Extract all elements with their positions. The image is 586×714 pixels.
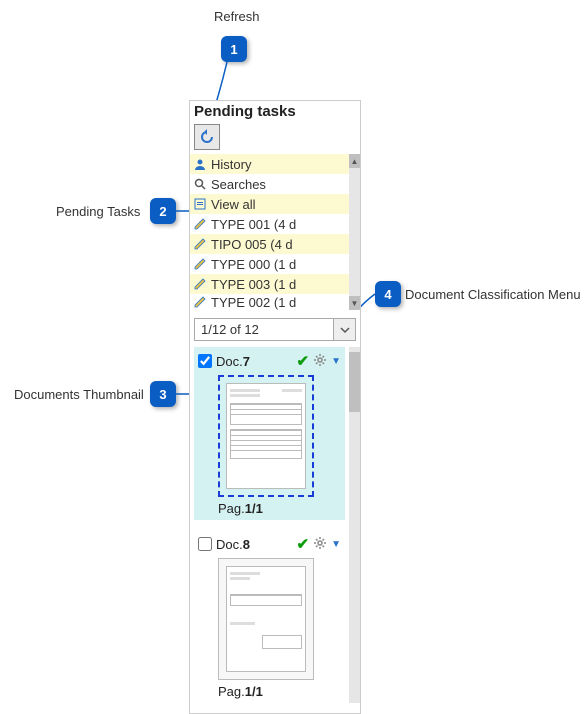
- annotation-text-pending-tasks: Pending Tasks: [56, 204, 140, 219]
- doc-label: Doc.7: [216, 354, 250, 369]
- list-item-label: View all: [208, 197, 256, 212]
- annotation-text-doc-class-menu: Document Classification Menu: [405, 287, 581, 302]
- scrollbar-thumb[interactable]: [349, 352, 360, 412]
- annotation-marker-3: 3: [150, 381, 176, 407]
- document-thumbnail[interactable]: [218, 558, 314, 680]
- pagination-dropdown[interactable]: [333, 319, 355, 340]
- doc-checkbox[interactable]: [198, 537, 212, 551]
- page-preview: [226, 566, 306, 672]
- person-icon: [192, 156, 208, 172]
- doc-label: Doc.8: [216, 537, 250, 552]
- list-item-searches[interactable]: Searches: [190, 174, 349, 194]
- doc-menu-dropdown[interactable]: ▼: [331, 539, 341, 550]
- pencil-icon: [192, 256, 208, 272]
- list-item-label: TIPO 005 (4 d: [208, 237, 293, 252]
- document-card: Doc.7 ✔ ▼ Pag.1/1: [194, 347, 345, 520]
- pencil-icon: [192, 276, 208, 292]
- gear-icon[interactable]: [313, 353, 327, 370]
- list-item-type[interactable]: TYPE 001 (4 d: [190, 214, 349, 234]
- list-item-label: TYPE 003 (1 d: [208, 277, 296, 292]
- folder-icon: [192, 196, 208, 212]
- annotation-marker-2: 2: [150, 198, 176, 224]
- chevron-down-icon: [340, 325, 350, 335]
- list-item-type[interactable]: TIPO 005 (4 d: [190, 234, 349, 254]
- checkmark-icon: ✔: [297, 352, 310, 370]
- list-item-label: TYPE 000 (1 d: [208, 257, 296, 272]
- scroll-down-icon[interactable]: ▼: [349, 296, 360, 310]
- pagination-text: 1/12 of 12: [195, 319, 333, 340]
- list-item-type[interactable]: TYPE 000 (1 d: [190, 254, 349, 274]
- magnifier-icon: [192, 176, 208, 192]
- document-card: Doc.8 ✔ ▼ Pag: [194, 530, 345, 703]
- pending-tasks-panel: Pending tasks ▲ ▼ History Searches View …: [189, 100, 361, 714]
- pencil-icon: [192, 236, 208, 252]
- gear-icon[interactable]: [313, 536, 327, 553]
- annotation-marker-1: 1: [221, 36, 247, 62]
- annotation-text-refresh: Refresh: [214, 9, 260, 24]
- documents-area: Doc.7 ✔ ▼ Pag.1/1 Doc.8: [190, 347, 360, 703]
- document-thumbnail[interactable]: [218, 375, 314, 497]
- doc-menu-dropdown[interactable]: ▼: [331, 356, 341, 367]
- scroll-up-icon[interactable]: ▲: [349, 154, 360, 168]
- annotation-marker-4: 4: [375, 281, 401, 307]
- list-item-history[interactable]: History: [190, 154, 349, 174]
- list-item-label: Searches: [208, 177, 266, 192]
- pencil-icon: [192, 216, 208, 232]
- list-item-type[interactable]: TYPE 002 (1 d: [190, 294, 349, 310]
- task-list: ▲ ▼ History Searches View all TYPE 001 (…: [190, 154, 360, 310]
- list-item-label: TYPE 001 (4 d: [208, 217, 296, 232]
- page-preview: [226, 383, 306, 489]
- pagination-bar: 1/12 of 12: [194, 318, 356, 341]
- refresh-icon: [199, 129, 215, 145]
- panel-title: Pending tasks: [190, 101, 360, 124]
- scrollbar[interactable]: [349, 347, 360, 703]
- pencil-icon: [192, 294, 208, 310]
- refresh-button[interactable]: [194, 124, 220, 150]
- checkmark-icon: ✔: [297, 535, 310, 553]
- doc-checkbox[interactable]: [198, 354, 212, 368]
- list-item-view-all[interactable]: View all: [190, 194, 349, 214]
- page-label: Pag.1/1: [218, 684, 341, 699]
- list-item-label: History: [208, 157, 251, 172]
- list-item-type[interactable]: TYPE 003 (1 d: [190, 274, 349, 294]
- page-label: Pag.1/1: [218, 501, 341, 516]
- list-item-label: TYPE 002 (1 d: [208, 295, 296, 310]
- annotation-text-documents-thumbnail: Documents Thumbnail: [14, 387, 144, 402]
